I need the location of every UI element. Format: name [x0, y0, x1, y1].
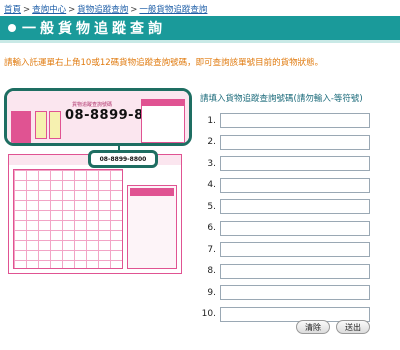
input-row: 6.: [200, 218, 396, 240]
waybill-grid: [13, 169, 123, 269]
tracking-input-9[interactable]: [220, 285, 370, 301]
input-row: 2.: [200, 132, 396, 154]
callout-right-block: [141, 99, 185, 143]
row-number: 4.: [207, 180, 216, 191]
tracking-input-1[interactable]: [220, 113, 370, 129]
tracking-input-2[interactable]: [220, 134, 370, 150]
form-buttons: 清除 送出: [296, 320, 370, 334]
waybill-side-panel: [127, 185, 177, 269]
tracking-input-4[interactable]: [220, 177, 370, 193]
input-row: 7.: [200, 239, 396, 261]
input-row: 8.: [200, 261, 396, 283]
row-number: 6.: [207, 223, 216, 234]
breadcrumb-separator: >: [68, 5, 76, 15]
input-row: 1.: [200, 110, 396, 132]
breadcrumb-general-tracking[interactable]: 一般貨物追蹤查詢: [139, 5, 207, 15]
tracking-input-7[interactable]: [220, 242, 370, 258]
callout-left-block: [11, 111, 31, 143]
tracking-input-8[interactable]: [220, 263, 370, 279]
row-number: 5.: [207, 201, 216, 212]
page-title-bar: 一般貨物追蹤查詢: [0, 16, 400, 43]
row-number: 9.: [207, 287, 216, 298]
row-number: 10.: [201, 309, 216, 320]
waybill-highlight-number: 08-8899-8800: [88, 150, 158, 168]
waybill-illustration: 貨物追蹤查詢號碼 08-8899-8800 08-8899-8800: [4, 88, 194, 338]
tracking-form: 請填入貨物追蹤查詢號碼(請勿輸入-等符號) 1. 2. 3. 4. 5. 6. …: [200, 92, 396, 325]
tracking-input-3[interactable]: [220, 156, 370, 172]
input-row: 4.: [200, 175, 396, 197]
row-number: 1.: [207, 115, 216, 126]
title-underline: [0, 40, 400, 43]
callout-code-label: 貨物追蹤查詢號碼: [72, 102, 113, 108]
breadcrumb-home[interactable]: 首頁: [4, 5, 21, 15]
form-label: 請填入貨物追蹤查詢號碼(請勿輸入-等符號): [200, 94, 363, 104]
submit-button[interactable]: 送出: [336, 320, 370, 334]
input-row: 9.: [200, 282, 396, 304]
clear-button[interactable]: 清除: [296, 320, 330, 334]
zoom-callout: 貨物追蹤查詢號碼 08-8899-8800: [4, 88, 192, 146]
breadcrumb-separator: >: [130, 5, 138, 15]
page-title: 一般貨物追蹤查詢: [22, 21, 166, 37]
row-number: 8.: [207, 266, 216, 277]
waybill-form-image: [8, 154, 182, 274]
breadcrumb: 首頁 > 查詢中心 > 貨物追蹤查詢 > 一般貨物追蹤查詢: [4, 3, 207, 15]
row-number: 7.: [207, 244, 216, 255]
input-row: 5.: [200, 196, 396, 218]
input-row: 3.: [200, 153, 396, 175]
callout-cells: [35, 111, 61, 139]
bullet-icon: [8, 24, 16, 32]
row-number: 3.: [207, 158, 216, 169]
row-number: 2.: [207, 137, 216, 148]
instruction-text: 請輸入託運單右上角10或12碼貨物追蹤查詢號碼，即可查詢該單號目前的貨物狀態。: [4, 58, 324, 68]
breadcrumb-separator: >: [23, 5, 31, 15]
tracking-input-5[interactable]: [220, 199, 370, 215]
breadcrumb-tracking-query[interactable]: 貨物追蹤查詢: [77, 5, 128, 15]
breadcrumb-query-center[interactable]: 查詢中心: [32, 5, 66, 15]
tracking-input-6[interactable]: [220, 220, 370, 236]
